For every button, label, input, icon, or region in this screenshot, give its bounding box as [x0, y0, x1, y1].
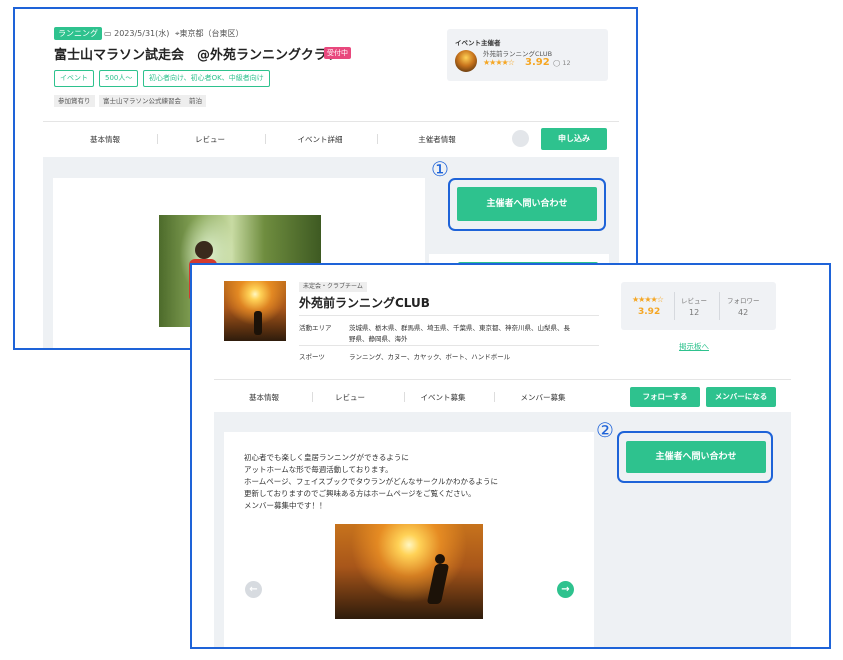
- chip-official: 富士山マラソン公式練習会: [99, 95, 185, 107]
- club-info-divider-bottom: [299, 345, 599, 346]
- share-icon[interactable]: [512, 130, 529, 147]
- tab-review[interactable]: レビュー: [180, 134, 240, 145]
- status-badge: 受付中: [324, 47, 351, 59]
- tab-separator: [312, 392, 313, 402]
- follower-label: フォロワー: [727, 297, 760, 305]
- follower-count[interactable]: 42: [738, 308, 748, 317]
- club-stats-card: ★★★★☆ 3.92 レビュー 12 フォロワー 42: [621, 282, 776, 330]
- club-photo: [335, 524, 483, 619]
- organizer-heading: イベント主催者: [455, 39, 501, 47]
- event-title: 富士山マラソン試走会 @外苑ランニングクラブ: [54, 48, 340, 63]
- tab-event-detail[interactable]: イベント詳細: [290, 134, 350, 145]
- club-thumbnail: [224, 281, 286, 341]
- sports-value: ランニング、カヌー、カヤック、ボート、ハンドボール: [349, 353, 511, 361]
- chip-overnight: 前泊: [185, 95, 206, 107]
- contact-organizer-button[interactable]: 主催者へ問い合わせ: [626, 441, 766, 473]
- club-page-screenshot: 未定会・クラブチーム 外苑前ランニングCLUB 活動エリア 茨城県、栃木県、群馬…: [190, 263, 831, 649]
- stats-separator: [719, 292, 720, 320]
- category-tag[interactable]: ランニング: [54, 27, 102, 40]
- club-rating: 3.92: [638, 307, 661, 317]
- club-name: 外苑前ランニングCLUB: [299, 296, 430, 310]
- board-link[interactable]: 掲示板へ: [679, 341, 709, 352]
- club-stars: ★★★★☆: [632, 295, 664, 304]
- organizer-card[interactable]: イベント主催者 外苑前ランニングCLUB ★★★★☆ 3.92 ◯ 12: [447, 29, 608, 81]
- area-value-line1: 茨城県、栃木県、群馬県、埼玉県、千葉県、東京都、神奈川県、山梨県、長: [349, 324, 570, 332]
- description-line: 更新しておりますのでご興味ある方はホームページをご覧ください。: [244, 489, 476, 498]
- runner-silhouette: [254, 311, 262, 335]
- area-label: 活動エリア: [299, 324, 332, 332]
- comment-count: ◯ 12: [553, 59, 571, 67]
- club-description: 初心者でも楽しく皇居ランニングができるように アットホームな形で毎週活動しており…: [244, 452, 498, 512]
- chip-prize: 参加賞有り: [54, 95, 95, 107]
- club-info-divider-top: [299, 315, 599, 316]
- tab-separator: [494, 392, 495, 402]
- runner-body: [426, 564, 450, 604]
- tab-review[interactable]: レビュー: [320, 392, 380, 403]
- chip-capacity: 500人〜: [99, 70, 139, 87]
- tab-separator: [265, 134, 266, 144]
- event-date: ▭ 2023/5/31(水): [104, 29, 170, 38]
- tab-basic-info[interactable]: 基本情報: [234, 392, 294, 403]
- organizer-stars: ★★★★☆: [483, 58, 515, 67]
- sports-label: スポーツ: [299, 353, 325, 361]
- description-line: 初心者でも楽しく皇居ランニングができるように: [244, 453, 409, 462]
- calendar-icon: ▭: [104, 29, 112, 38]
- stats-separator: [674, 292, 675, 320]
- chip-level: 初心者向け、初心者OK、中級者向け: [143, 70, 270, 87]
- become-member-button[interactable]: メンバーになる: [706, 387, 776, 407]
- organizer-rating: 3.92: [525, 57, 550, 68]
- review-count[interactable]: 12: [689, 308, 699, 317]
- tab-member-recruit[interactable]: メンバー募集: [510, 392, 576, 403]
- tab-separator: [404, 392, 405, 402]
- tab-separator: [157, 134, 158, 144]
- tab-basic-info[interactable]: 基本情報: [75, 134, 135, 145]
- tab-event-recruit[interactable]: イベント募集: [410, 392, 476, 403]
- runner-head: [435, 554, 445, 564]
- description-line: メンバー募集中です！！: [244, 501, 327, 510]
- marker-one: ①: [431, 157, 449, 181]
- review-label: レビュー: [681, 297, 707, 305]
- tabbar-top-divider: [214, 379, 791, 380]
- tab-separator: [377, 134, 378, 144]
- club-tag: 未定会・クラブチーム: [299, 282, 367, 292]
- tab-organizer-info[interactable]: 主催者情報: [407, 134, 467, 145]
- marker-two: ②: [596, 418, 614, 442]
- contact-organizer-button[interactable]: 主催者へ問い合わせ: [457, 187, 597, 221]
- comment-icon: ◯: [553, 59, 561, 67]
- event-location: ⌖東京都（台東区）: [175, 29, 244, 38]
- runner-head: [195, 241, 213, 259]
- description-line: アットホームな形で毎週活動しております。: [244, 465, 393, 474]
- area-value-line2: 野県、静岡県、海外: [349, 335, 408, 343]
- description-line: ホームページ、フェイスブックでタウランがどんなサークルかわかるように: [244, 477, 498, 486]
- follow-button[interactable]: フォローする: [630, 387, 700, 407]
- carousel-next-button[interactable]: →: [557, 581, 574, 598]
- chip-event: イベント: [54, 70, 94, 87]
- organizer-avatar[interactable]: [455, 50, 477, 72]
- tabbar-top-divider: [43, 121, 619, 122]
- carousel-prev-button[interactable]: ←: [245, 581, 262, 598]
- apply-button[interactable]: 申し込み: [541, 128, 607, 150]
